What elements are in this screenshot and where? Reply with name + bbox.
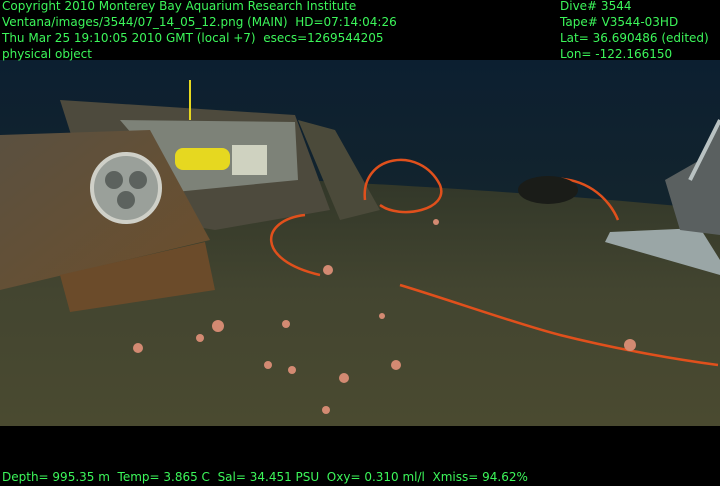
- overlay-top-left: Copyright 2010 Monterey Bay Aquarium Res…: [2, 0, 397, 62]
- tape-number: Tape# V3544-03HD: [560, 15, 679, 29]
- longitude: Lon= -122.166150: [560, 47, 673, 61]
- seafloor-device: [518, 176, 578, 204]
- latitude: Lat= 36.690486 (edited): [560, 31, 709, 45]
- image-path-line: Ventana/images/3544/07_14_05_12.png (MAI…: [2, 15, 397, 29]
- copyright-line: Copyright 2010 Monterey Bay Aquarium Res…: [2, 0, 357, 13]
- overlay-top-right: Dive# 3544 Tape# V3544-03HD Lat= 36.690486…: [560, 0, 709, 62]
- annotation-line: physical object: [2, 47, 92, 61]
- round-port: [90, 152, 162, 224]
- overlay-sensor-readout: Depth= 995.35 m Temp= 3.865 C Sal= 34.45…: [2, 470, 528, 484]
- video-frame: Copyright 2010 Monterey Bay Aquarium Res…: [0, 0, 720, 486]
- yellow-housing: [175, 148, 230, 170]
- dive-number: Dive# 3544: [560, 0, 632, 13]
- seafloor-scene: [0, 60, 720, 426]
- timestamp-line: Thu Mar 25 19:10:05 2010 GMT (local +7) …: [2, 31, 384, 45]
